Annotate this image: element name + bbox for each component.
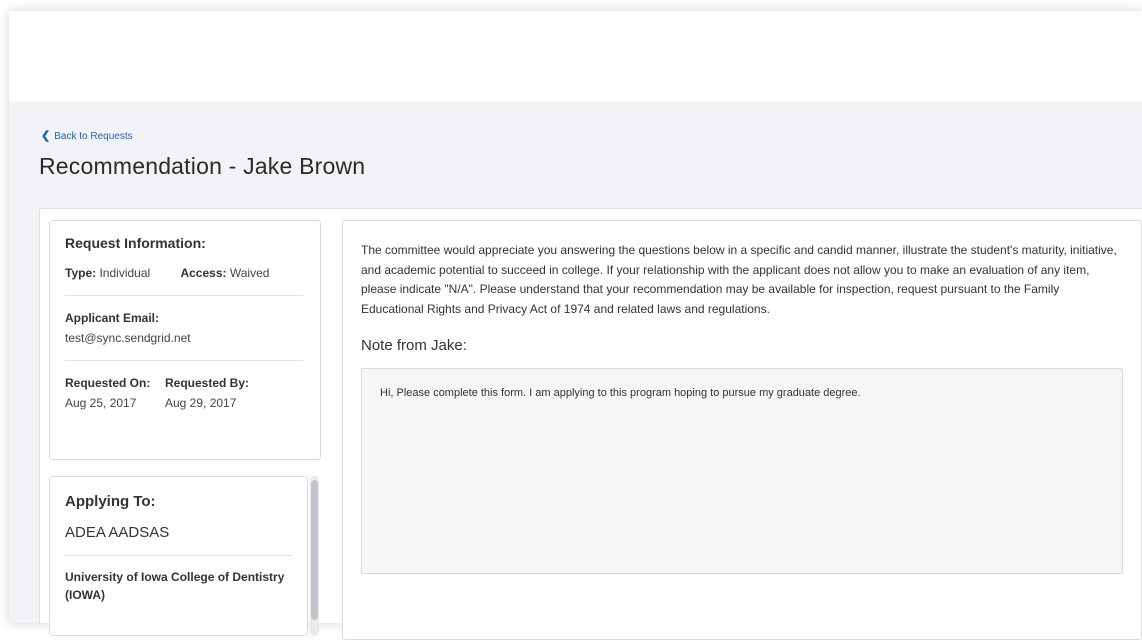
request-information-card: Request Information: Type: Individual Ac… <box>49 220 321 460</box>
divider <box>65 555 293 556</box>
applying-to-card: Applying To: ADEA AADSAS University of I… <box>49 476 308 636</box>
type-value: Individual <box>99 266 151 280</box>
chevron-left-icon: ❮ <box>41 130 51 142</box>
access-label: Access: <box>180 266 227 280</box>
divider <box>65 295 303 296</box>
back-to-requests-link[interactable]: ❮ Back to Requests <box>41 130 133 143</box>
access-value: Waived <box>229 266 270 280</box>
applicant-email-label: Applicant Email: <box>65 311 160 325</box>
back-link-label: Back to Requests <box>54 131 133 142</box>
applying-to-heading: Applying To: <box>65 493 156 510</box>
note-label: Note from Jake: <box>361 337 467 354</box>
instructions-text: The committee would appreciate you answe… <box>361 243 1117 316</box>
requested-by-value: Aug 29, 2017 <box>165 396 237 410</box>
top-header-bar <box>9 11 1142 101</box>
type-label: Type: <box>65 266 97 280</box>
recommendation-content-card: The committee would appreciate you answe… <box>342 220 1142 640</box>
requested-on-label: Requested On: <box>65 376 151 390</box>
note-text: Hi, Please complete this form. I am appl… <box>380 387 861 399</box>
page-title: Recommendation - Jake Brown <box>39 153 366 179</box>
program-name: ADEA AADSAS <box>65 524 170 541</box>
requested-values-row: Aug 25, 2017 Aug 29, 2017 <box>65 393 305 413</box>
requested-labels-row: Requested On: Requested By: <box>65 373 305 393</box>
requested-by-label: Requested By: <box>165 376 250 390</box>
scrollbar-thumb[interactable] <box>311 480 318 620</box>
applicant-email-value: test@sync.sendgrid.net <box>65 331 191 345</box>
requested-on-value: Aug 25, 2017 <box>65 396 137 410</box>
request-info-heading: Request Information: <box>65 235 206 251</box>
email-value-row: test@sync.sendgrid.net <box>65 328 305 348</box>
note-box: Hi, Please complete this form. I am appl… <box>361 368 1123 574</box>
email-label-row: Applicant Email: <box>65 308 305 328</box>
type-access-row: Type: Individual Access: Waived <box>65 263 305 283</box>
divider <box>65 360 303 361</box>
school-name: University of Iowa College of Dentistry … <box>65 570 285 602</box>
